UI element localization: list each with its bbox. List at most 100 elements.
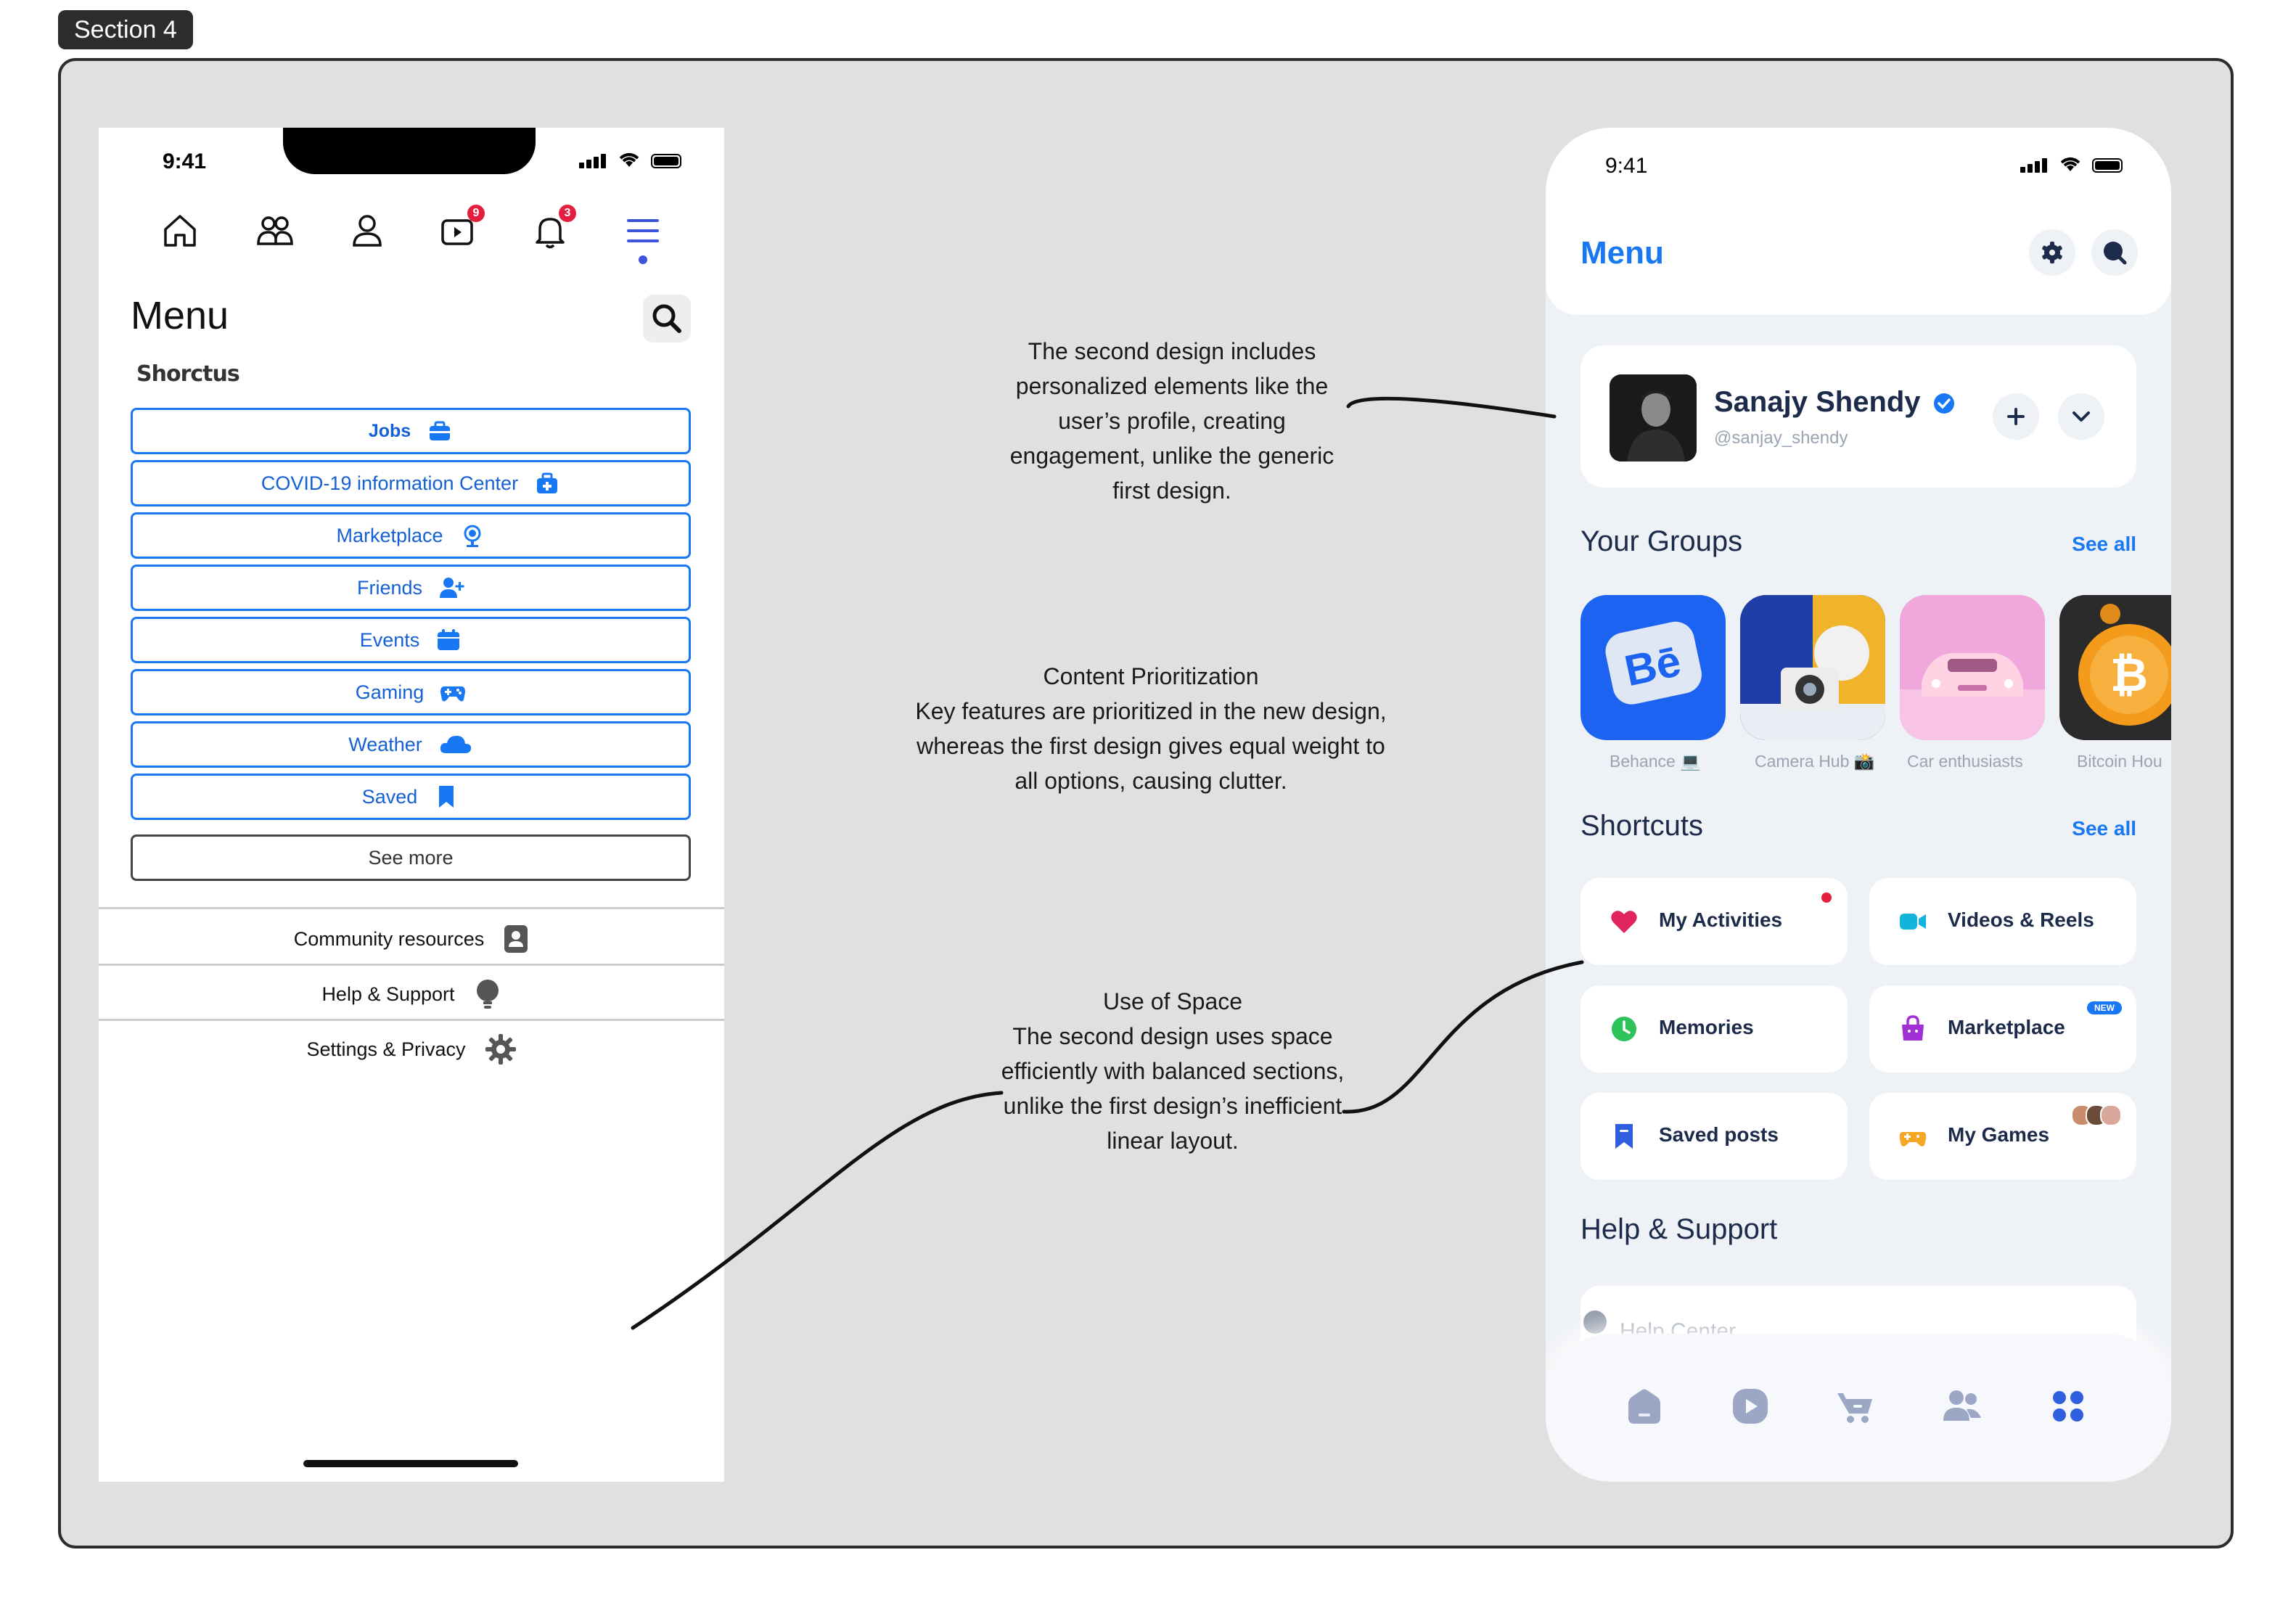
shortcut-label: Marketplace bbox=[1948, 1016, 2065, 1038]
unread-dot bbox=[1821, 893, 1832, 903]
active-tab-indicator bbox=[639, 255, 647, 264]
wifi-icon bbox=[2061, 157, 2080, 171]
gear-icon bbox=[485, 1034, 516, 1065]
help-support-row[interactable]: Help & Support bbox=[99, 967, 724, 1022]
group-label: Bitcoin Hou bbox=[2077, 752, 2162, 771]
bookmark-icon bbox=[1615, 1124, 1633, 1149]
groups-see-all-link[interactable]: See all bbox=[2072, 533, 2136, 556]
shortcut-my-games[interactable]: My Games bbox=[1869, 1093, 2136, 1180]
cloud-icon bbox=[440, 736, 471, 753]
lightbulb-icon bbox=[476, 980, 499, 1009]
group-card-car-enthusiasts[interactable] bbox=[1900, 595, 2045, 740]
shortcut-jobs-button[interactable]: Jobs bbox=[131, 408, 691, 454]
shortcut-label: Saved posts bbox=[1659, 1123, 1779, 1146]
search-icon bbox=[652, 304, 681, 333]
shortcuts-see-all-link[interactable]: See all bbox=[2072, 817, 2136, 840]
divider bbox=[99, 1019, 724, 1021]
battery-icon bbox=[650, 154, 681, 168]
video-camera-icon bbox=[1900, 914, 1926, 930]
bitcoin-icon: ₿ bbox=[2059, 595, 2171, 740]
annotation-use-of-space: Use of Space The second design uses spac… bbox=[999, 984, 1347, 1158]
add-friend-icon bbox=[440, 578, 464, 598]
add-profile-button[interactable] bbox=[1993, 393, 2039, 440]
battery-icon bbox=[2091, 158, 2123, 173]
profile-handle: @sanjay_shendy bbox=[1714, 428, 1848, 448]
shortcut-videos-reels[interactable]: Videos & Reels bbox=[1869, 878, 2136, 965]
shortcut-saved-button[interactable]: Saved bbox=[131, 774, 691, 820]
signal-icon bbox=[579, 154, 608, 168]
annotation-title: Use of Space bbox=[1102, 988, 1243, 1014]
shortcut-marketplace-button[interactable]: Marketplace bbox=[131, 512, 691, 559]
expand-profile-button[interactable] bbox=[2058, 393, 2104, 440]
chevron-down-icon bbox=[2072, 411, 2090, 422]
gamepad-icon bbox=[440, 686, 466, 702]
status-time: 9:41 bbox=[163, 149, 207, 173]
shortcut-covid-button[interactable]: COVID-19 information Center bbox=[131, 460, 691, 506]
bookmark-icon bbox=[439, 786, 454, 808]
shortcut-label: COVID-19 information Center bbox=[261, 472, 519, 494]
shortcut-events-button[interactable]: Events bbox=[131, 617, 691, 663]
group-card-bitcoin[interactable]: ₿ bbox=[2059, 595, 2171, 740]
marketplace-cart-tab-icon[interactable] bbox=[1834, 1385, 1878, 1428]
medical-kit-icon bbox=[537, 472, 558, 493]
search-button[interactable] bbox=[2091, 229, 2138, 276]
home-tab-icon[interactable] bbox=[1623, 1385, 1666, 1428]
gear-icon bbox=[2042, 242, 2062, 263]
behance-logo-icon: Bē bbox=[1605, 621, 1702, 705]
home-icon[interactable] bbox=[158, 209, 202, 253]
camera-icon bbox=[1740, 595, 1885, 740]
shortcut-memories[interactable]: Memories bbox=[1580, 985, 1848, 1072]
signal-icon bbox=[2020, 158, 2049, 173]
watch-video-icon[interactable]: 9 bbox=[437, 205, 485, 253]
shortcut-friends-button[interactable]: Friends bbox=[131, 565, 691, 611]
settings-privacy-row[interactable]: Settings & Privacy bbox=[99, 1022, 724, 1077]
contact-book-icon bbox=[504, 925, 528, 953]
page-title: Menu bbox=[131, 294, 229, 337]
search-button[interactable] bbox=[643, 295, 691, 342]
shortcut-label: Friends bbox=[356, 576, 423, 599]
group-card-camera-hub[interactable] bbox=[1740, 595, 1885, 740]
friends-tab-icon[interactable] bbox=[1940, 1385, 1984, 1428]
groups-heading: Your Groups bbox=[1580, 525, 1743, 557]
annotation-title: Content Prioritization bbox=[1043, 663, 1259, 689]
row-label: Community resources bbox=[293, 927, 485, 950]
groups-icon[interactable] bbox=[253, 209, 296, 253]
shortcut-label: My Games bbox=[1948, 1123, 2050, 1146]
shortcut-label: Saved bbox=[361, 785, 418, 808]
profile-card[interactable]: Sanajy Shendy @sanjay_shendy bbox=[1580, 345, 2136, 488]
plus-icon bbox=[2007, 408, 2025, 425]
shortcut-weather-button[interactable]: Weather bbox=[131, 721, 691, 768]
shortcut-label: Memories bbox=[1659, 1016, 1754, 1038]
shortcuts-heading: Shortcuts bbox=[1580, 810, 1703, 842]
notifications-bell-icon[interactable]: 3 bbox=[528, 205, 576, 253]
shortcuts-label: Shorctus bbox=[136, 361, 240, 387]
menu-hamburger-icon[interactable] bbox=[621, 209, 665, 253]
friends-avatars bbox=[2071, 1104, 2122, 1126]
status-icons bbox=[2020, 155, 2123, 173]
see-more-button[interactable]: See more bbox=[131, 834, 691, 881]
shortcut-marketplace[interactable]: Marketplace NEW bbox=[1869, 985, 2136, 1072]
shortcut-label: Gaming bbox=[355, 681, 425, 703]
settings-button[interactable] bbox=[2029, 229, 2075, 276]
menu-grid-tab-icon[interactable] bbox=[2046, 1385, 2090, 1428]
wifi-icon bbox=[620, 153, 639, 167]
new-badge: NEW bbox=[2087, 1001, 2122, 1014]
clock-icon bbox=[1612, 1017, 1636, 1041]
community-resources-row[interactable]: Community resources bbox=[99, 911, 724, 967]
shortcut-saved-posts[interactable]: Saved posts bbox=[1580, 1093, 1848, 1180]
old-design-phone: 9:41 9 3 Menu Shorctus Jobs COVID-19 inf… bbox=[99, 128, 724, 1482]
profile-icon[interactable] bbox=[345, 209, 389, 253]
car-icon bbox=[1900, 595, 2045, 740]
video-tab-icon[interactable] bbox=[1729, 1385, 1772, 1428]
status-icons bbox=[579, 151, 681, 168]
new-design-phone: 9:41 Menu Sanajy Shendy @sanjay_shendy Y… bbox=[1546, 128, 2171, 1482]
search-icon bbox=[2104, 242, 2127, 265]
help-support-heading: Help & Support bbox=[1580, 1213, 1778, 1245]
heart-icon bbox=[1611, 911, 1637, 933]
shortcut-label: Marketplace bbox=[336, 524, 443, 546]
group-card-behance[interactable]: Bē bbox=[1580, 595, 1726, 740]
shortcut-my-activities[interactable]: My Activities bbox=[1580, 878, 1848, 965]
shortcut-gaming-button[interactable]: Gaming bbox=[131, 669, 691, 715]
phone-notch bbox=[283, 128, 536, 174]
verified-badge-icon bbox=[1933, 393, 1954, 414]
